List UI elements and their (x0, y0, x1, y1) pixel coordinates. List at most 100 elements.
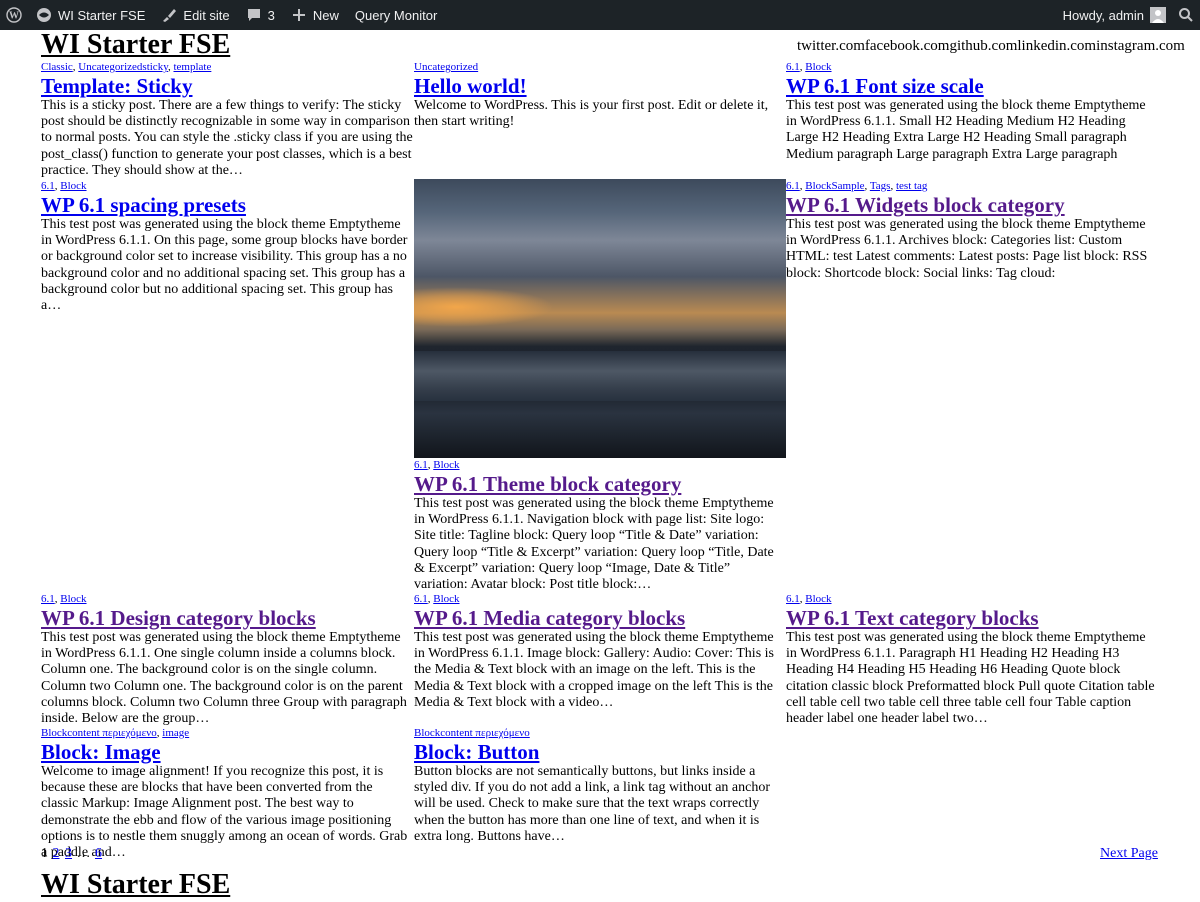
search-button[interactable] (1174, 0, 1200, 30)
category-link[interactable]: Block (805, 61, 831, 73)
featured-image[interactable] (414, 179, 786, 458)
category-link[interactable]: 6.1 (786, 61, 800, 73)
comments-button[interactable]: 3 (238, 0, 283, 30)
social-links[interactable]: twitter.comfacebook.comgithub.comlinkedi… (797, 37, 1185, 55)
new-label: New (312, 7, 339, 23)
page-link-3[interactable]: 3 (65, 846, 72, 861)
post-card: Blockcontent περιεχόμενο Block: Button B… (414, 727, 786, 845)
category-link[interactable]: 6.1 (414, 593, 428, 605)
post-title-link[interactable]: WP 6.1 Font size scale (786, 74, 984, 98)
post-card: Blockcontent περιεχόμενο, image Block: I… (41, 727, 413, 861)
post-categories: 6.1, Block (786, 593, 832, 605)
query-monitor-label: Query Monitor (354, 7, 438, 23)
home-icon (36, 7, 52, 23)
pagination: 1 2 3 … 6 (41, 845, 103, 863)
post-card: 6.1, Block WP 6.1 Font size scale This t… (786, 61, 1158, 163)
category-link[interactable]: Classic (41, 61, 73, 73)
edit-site-label: Edit site (183, 7, 230, 23)
current-page: 1 (41, 846, 48, 861)
footer-site-title-link[interactable]: WI Starter FSE (41, 869, 230, 900)
category-link[interactable]: Block (433, 459, 459, 471)
query-monitor-button[interactable]: Query Monitor (347, 0, 445, 30)
category-link[interactable]: Block (433, 593, 459, 605)
post-categories: Blockcontent περιεχόμενο, image (41, 727, 190, 739)
category-link[interactable]: 6.1 (786, 593, 800, 605)
post-excerpt: This test post was generated using the b… (786, 630, 1155, 727)
site-title-link[interactable]: WI Starter FSE (41, 29, 230, 60)
category-link[interactable]: Block (805, 593, 831, 605)
page-link-last[interactable]: 6 (95, 846, 102, 861)
water-reflection (414, 351, 786, 401)
edit-site-button[interactable]: Edit site (153, 0, 237, 30)
plus-icon (291, 7, 307, 23)
category-link[interactable]: Blockcontent περιεχόμενο (414, 727, 530, 739)
post-card: 6.1, Block WP 6.1 Media category blocks … (414, 593, 786, 711)
comments-count: 3 (267, 7, 275, 23)
post-title: Template: Sticky (41, 74, 413, 98)
category-link[interactable]: Block (60, 180, 86, 192)
site-name-label: WI Starter FSE (58, 7, 146, 23)
new-content-button[interactable]: New (283, 0, 347, 30)
post-excerpt: This test post was generated using the b… (786, 217, 1148, 281)
account-menu[interactable]: Howdy, admin (1055, 0, 1174, 30)
post-categories: Uncategorized (414, 61, 786, 74)
post-card: 6.1, Block WP 6.1 Text category blocks T… (786, 593, 1158, 727)
post-excerpt: Button blocks are not semantically butto… (414, 764, 771, 844)
post-title-link[interactable]: WP 6.1 Media category blocks (414, 606, 685, 630)
page-link-2[interactable]: 2 (53, 846, 60, 861)
site-name-menu[interactable]: WI Starter FSE (28, 0, 153, 30)
post-title-link[interactable]: WP 6.1 Text category blocks (786, 606, 1039, 630)
site-title: WI Starter FSE (41, 28, 230, 62)
category-link[interactable]: Tags (870, 180, 891, 192)
post-excerpt: This test post was generated using the b… (786, 98, 1146, 162)
category-link[interactable]: image (162, 727, 189, 739)
post-title-link[interactable]: Block: Button (414, 740, 539, 764)
post-title-link[interactable]: WP 6.1 Widgets block category (786, 193, 1065, 217)
post-card: Uncategorized Hello world! Welcome to Wo… (414, 61, 786, 130)
post-categories: 6.1, Block (414, 593, 460, 605)
footer-site-title: WI Starter FSE (41, 868, 230, 902)
category-link[interactable]: Block (60, 593, 86, 605)
category-link[interactable]: Blockcontent περιεχόμενο (41, 727, 157, 739)
post-title-link[interactable]: Template: Sticky (41, 74, 192, 98)
category-link[interactable]: template (173, 61, 211, 73)
post-categories: 6.1, Block (41, 180, 87, 192)
post-title-link[interactable]: WP 6.1 spacing presets (41, 193, 246, 217)
post-title-link[interactable]: WP 6.1 Theme block category (414, 472, 681, 496)
post-excerpt: This is a sticky post. There are a few t… (41, 98, 413, 178)
post-title: WP 6.1 Font size scale (786, 74, 1158, 98)
post-categories: 6.1, Block (414, 459, 460, 471)
category-link[interactable]: Uncategorized (414, 61, 478, 73)
post-excerpt: This test post was generated using the b… (414, 496, 774, 593)
sunset-glow (414, 287, 554, 327)
post-categories: Blockcontent περιεχόμενο (414, 727, 786, 740)
post-title: WP 6.1 Widgets block category (786, 193, 1158, 217)
admin-bar: W WI Starter FSE Edit site 3 New Query M… (0, 0, 1200, 30)
category-link[interactable]: Uncategorizedsticky (78, 61, 168, 73)
svg-text:W: W (9, 11, 19, 22)
category-link[interactable]: 6.1 (786, 180, 800, 192)
category-link[interactable]: BlockSample (805, 180, 864, 192)
post-title: Block: Image (41, 740, 413, 764)
post-categories: 6.1, Block (786, 61, 832, 73)
post-categories: Classic, Uncategorizedsticky, template (41, 61, 212, 73)
avatar (1150, 7, 1166, 23)
post-title-link[interactable]: WP 6.1 Design category blocks (41, 606, 316, 630)
category-link[interactable]: 6.1 (414, 459, 428, 471)
howdy-label: Howdy, admin (1062, 7, 1144, 23)
post-card: 6.1, Block WP 6.1 Design category blocks… (41, 593, 413, 727)
next-page-link[interactable]: Next Page (1100, 845, 1158, 863)
post-title: WP 6.1 Theme block category (414, 472, 786, 496)
post-categories: 6.1, BlockSample, Tags, test tag (786, 180, 928, 192)
wordpress-logo-button[interactable]: W (0, 0, 28, 30)
post-title: WP 6.1 spacing presets (41, 193, 413, 217)
search-icon (1178, 7, 1194, 23)
post-title-link[interactable]: Hello world! (414, 74, 527, 98)
post-title-link[interactable]: Block: Image (41, 740, 161, 764)
post-title: Hello world! (414, 74, 786, 98)
category-link[interactable]: test tag (896, 180, 927, 192)
category-link[interactable]: 6.1 (41, 593, 55, 605)
category-link[interactable]: 6.1 (41, 180, 55, 192)
pagination-ellipsis: … (76, 846, 91, 861)
post-excerpt: This test post was generated using the b… (414, 630, 774, 710)
